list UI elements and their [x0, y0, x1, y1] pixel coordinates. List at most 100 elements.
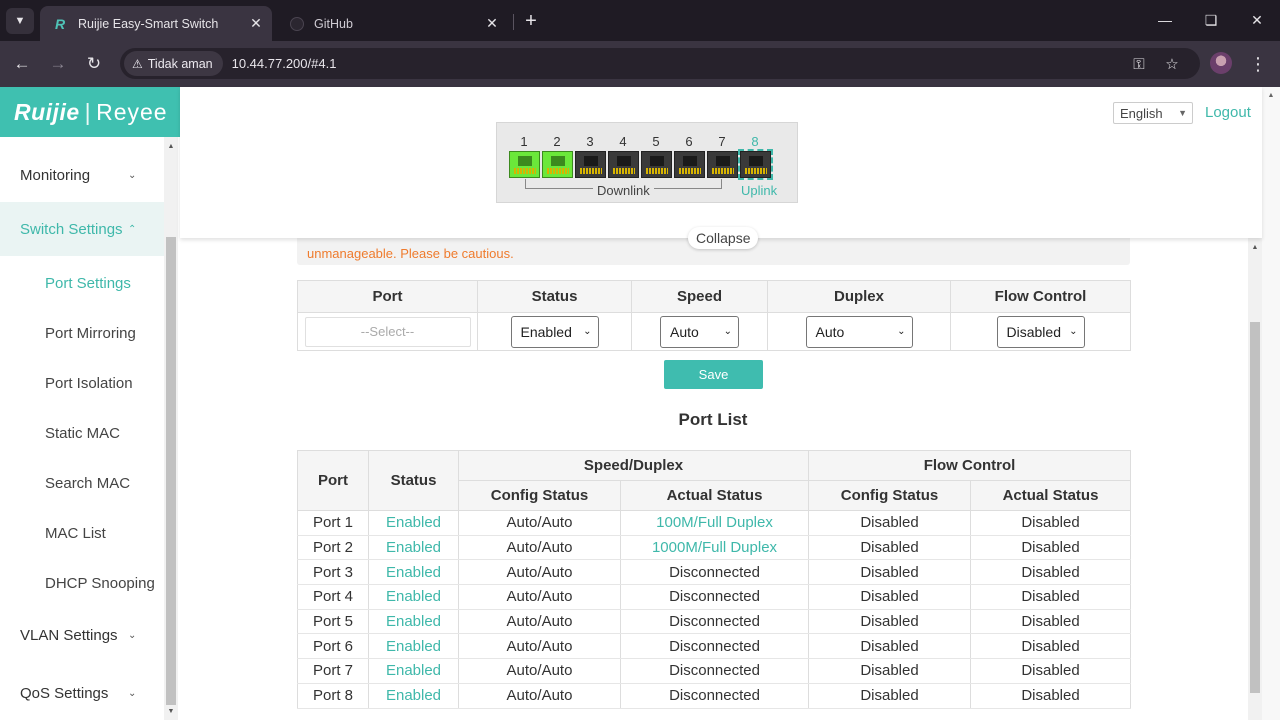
chevron-down-icon: ▼ — [1178, 108, 1187, 118]
sidebar-item-qos-settings[interactable]: QoS Settings ⌄ — [0, 666, 164, 720]
sidebar-item-mac-list[interactable]: MAC List — [0, 508, 164, 558]
port-list-table: Port Status Speed/Duplex Flow Control Co… — [297, 450, 1132, 709]
sidebar-item-static-mac[interactable]: Static MAC — [0, 408, 164, 458]
tab-search-chevron-icon[interactable]: ▼ — [6, 8, 34, 34]
sidebar-item-dhcp-snooping[interactable]: DHCP Snooping — [0, 558, 164, 608]
logout-link[interactable]: Logout — [1205, 104, 1251, 121]
page-scrollbar[interactable]: ▲ — [1262, 87, 1280, 720]
flow-control-config-cell: Disabled — [808, 510, 972, 536]
column-header-status: Status — [368, 450, 459, 511]
scroll-down-arrow-icon[interactable]: ▼ — [164, 704, 178, 718]
column-header-config-status: Config Status — [458, 480, 621, 511]
table-row: Port 3 Enabled Auto/Auto Disconnected Di… — [297, 559, 1132, 586]
sidebar-item-vlan-settings[interactable]: VLAN Settings ⌄ — [0, 608, 164, 662]
speed-duplex-actual-cell: Disconnected — [620, 559, 810, 586]
warning-text: unmanageable. Please be cautious. — [307, 246, 514, 261]
tab-github[interactable]: GitHub ✕ — [276, 6, 508, 41]
duplex-select[interactable]: Auto ⌄ — [805, 315, 913, 348]
speed-duplex-config-cell: Auto/Auto — [458, 584, 621, 610]
column-header-port: Port — [297, 450, 369, 511]
profile-avatar[interactable] — [1210, 52, 1232, 74]
table-row: Port 4 Enabled Auto/Auto Disconnected Di… — [297, 584, 1132, 610]
ruijie-favicon-icon: R — [54, 15, 66, 32]
status-cell: Enabled — [368, 559, 459, 586]
password-key-icon[interactable]: ⚿ — [1128, 53, 1150, 75]
security-indicator[interactable]: ⚠ Tidak aman — [124, 51, 223, 76]
status-cell: Enabled — [368, 682, 459, 709]
flow-control-cell: Disabled ⌄ — [950, 312, 1131, 351]
sidebar-item-label: Port Isolation — [45, 374, 133, 392]
column-header-actual-status: Actual Status — [970, 480, 1132, 511]
warning-triangle-icon: ⚠ — [132, 56, 143, 71]
url-text[interactable]: 10.44.77.200/#4.1 — [232, 56, 337, 71]
reload-icon[interactable]: ↻ — [80, 51, 108, 77]
tab-title: Ruijie Easy-Smart Switch — [78, 16, 219, 31]
logo-ruijie: Ruijie — [14, 98, 80, 125]
flow-control-config-cell: Disabled — [808, 658, 972, 684]
speed-duplex-config-cell: Auto/Auto — [458, 682, 621, 709]
chevron-down-icon: ⌄ — [1069, 326, 1078, 337]
status-cell: Enabled — [368, 584, 459, 610]
table-header-row: Port Status Speed Duplex Flow Control — [297, 280, 1131, 313]
chevron-down-icon: ⌄ — [583, 326, 592, 337]
address-bar[interactable]: ⚠ Tidak aman 10.44.77.200/#4.1 ⚿ ☆ — [120, 48, 1200, 79]
flow-control-actual-cell: Disabled — [970, 510, 1132, 536]
github-favicon-icon — [290, 16, 304, 31]
sidebar-item-port-mirroring[interactable]: Port Mirroring — [0, 308, 164, 358]
new-tab-plus-icon[interactable]: + — [519, 9, 543, 33]
speed-duplex-config-cell: Auto/Auto — [458, 559, 621, 586]
logo-reyee: Reyee — [96, 98, 168, 125]
speed-duplex-actual-cell: Disconnected — [620, 658, 810, 684]
close-window-icon[interactable]: ✕ — [1234, 6, 1280, 34]
uplink-label: Uplink — [741, 183, 778, 198]
collapse-button[interactable]: Collapse — [688, 227, 759, 249]
sidebar-item-search-mac[interactable]: Search MAC — [0, 458, 164, 508]
sidebar-item-label: MAC List — [45, 524, 106, 542]
table-row: --Select-- Enabled ⌄ Auto ⌄ Auto ⌄ Disab… — [297, 312, 1131, 351]
language-select[interactable]: English ▼ — [1113, 102, 1193, 124]
close-tab-icon[interactable]: ✕ — [482, 14, 502, 34]
browser-menu-icon[interactable]: ⋮ — [1248, 51, 1268, 77]
tab-title: GitHub — [314, 16, 353, 31]
chevron-up-icon: ⌃ — [128, 223, 137, 235]
restore-icon[interactable]: ❏ — [1188, 6, 1234, 34]
scroll-up-arrow-icon[interactable]: ▲ — [164, 139, 178, 153]
port-select[interactable]: --Select-- — [304, 316, 471, 347]
flow-control-select[interactable]: Disabled ⌄ — [996, 315, 1085, 348]
port-number: 8 — [751, 134, 759, 149]
sidebar-item-port-isolation[interactable]: Port Isolation — [0, 358, 164, 408]
table-header-row: Port Status Speed/Duplex Flow Control — [297, 450, 1132, 511]
speed-select[interactable]: Auto ⌄ — [660, 315, 739, 348]
status-cell: Enabled — [368, 658, 459, 684]
column-header: Port — [297, 280, 478, 313]
tab-ruijie[interactable]: R Ruijie Easy-Smart Switch ✕ — [40, 6, 272, 41]
sidebar: Ruijie | Reyee Monitoring ⌄ Switch Setti… — [0, 87, 180, 720]
ethernet-port-icon — [575, 151, 606, 178]
sidebar-item-port-settings[interactable]: Port Settings — [0, 258, 164, 308]
back-arrow-icon[interactable]: ← — [8, 51, 36, 77]
flow-control-actual-cell: Disabled — [970, 608, 1132, 635]
sidebar-item-switch-settings[interactable]: Switch Settings ⌃ — [0, 202, 164, 256]
status-select[interactable]: Enabled ⌄ — [510, 315, 599, 348]
flow-control-config-cell: Disabled — [808, 584, 972, 610]
sidebar-scrollbar[interactable]: ▲ ▼ — [164, 137, 178, 720]
sidebar-item-label: Monitoring — [20, 166, 91, 184]
minimize-icon[interactable]: — — [1142, 6, 1188, 34]
scrollbar-thumb[interactable] — [166, 237, 176, 705]
ethernet-port-icon — [641, 151, 672, 178]
port-panel-header: English ▼ Logout 1 2 3 4 5 6 7 8 Downlin… — [180, 87, 1262, 238]
column-header-speed-duplex: Speed/Duplex — [457, 450, 810, 481]
close-tab-icon[interactable]: ✕ — [246, 14, 266, 34]
scroll-up-arrow-icon[interactable]: ▲ — [1248, 240, 1262, 254]
content-scrollbar[interactable]: ▲ — [1248, 238, 1262, 720]
scroll-up-arrow-icon[interactable]: ▲ — [1264, 89, 1278, 101]
save-button[interactable]: Save — [664, 360, 763, 389]
sidebar-item-label: Port Mirroring — [45, 324, 136, 342]
scrollbar-thumb[interactable] — [1250, 322, 1260, 693]
forward-arrow-icon[interactable]: → — [44, 51, 72, 77]
sidebar-item-monitoring[interactable]: Monitoring ⌄ — [0, 148, 164, 202]
sidebar-item-label: Search MAC — [45, 474, 131, 492]
port-cell: Port 6 — [297, 633, 369, 660]
status-cell: Enabled — [368, 510, 459, 536]
bookmark-star-icon[interactable]: ☆ — [1161, 53, 1183, 75]
